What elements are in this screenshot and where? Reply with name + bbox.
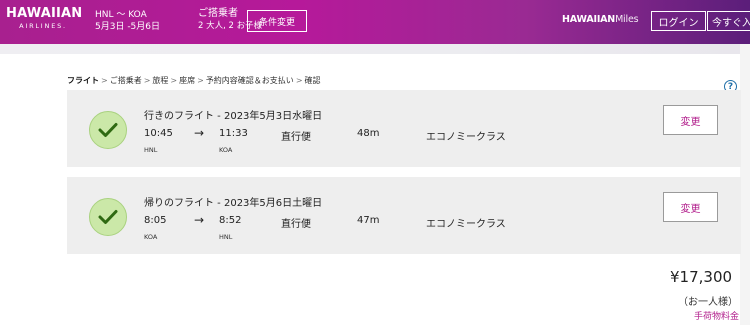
flight-type: 直行便: [281, 219, 311, 230]
route-text: HNL 〜 KOA: [95, 10, 147, 20]
breadcrumb-seats: 座席: [179, 76, 196, 85]
cabin-class: エコノミークラス: [426, 132, 506, 143]
breadcrumb-itinerary: 旅程: [152, 76, 169, 85]
top-header: HAWAIIAN AIRLINES. HNL 〜 KOA 5月3日 -5月6日 …: [0, 0, 750, 44]
return-flight-card: 帰りのフライト - 2023年5月6日土曜日 8:05 → 8:52 直行便 4…: [67, 177, 741, 254]
logo-wordmark: HAWAIIAN: [6, 6, 83, 21]
check-icon: [89, 111, 127, 149]
flight-title: 帰りのフライト - 2023年5月6日土曜日: [144, 198, 323, 209]
miles-brand: HAWAIIAN: [562, 14, 616, 25]
per-person-label: （お一人様）: [678, 297, 738, 308]
cabin-class: エコノミークラス: [426, 219, 506, 230]
flight-duration: 48m: [357, 128, 380, 139]
modify-search-button[interactable]: 条件変更: [247, 10, 307, 32]
breadcrumb-separator: >: [143, 76, 151, 85]
trip-summary: HNL 〜 KOA 5月3日 -5月6日: [95, 9, 160, 33]
total-price: ¥17,300: [670, 268, 733, 286]
logo-subtext: AIRLINES.: [19, 22, 67, 30]
depart-airport-code: HNL: [144, 146, 158, 154]
baggage-fees-link[interactable]: 手荷物料金: [694, 309, 739, 322]
change-outbound-button[interactable]: 変更: [663, 105, 718, 135]
flight-duration: 47m: [357, 215, 380, 226]
check-icon: [89, 198, 127, 236]
breadcrumb-separator: >: [170, 76, 178, 85]
hawaiian-airlines-logo[interactable]: HAWAIIAN AIRLINES.: [6, 6, 83, 31]
depart-airport-code: KOA: [144, 233, 158, 241]
arrive-time: 11:33: [219, 128, 248, 139]
arrive-time: 8:52: [219, 215, 242, 226]
arrow-right-icon: →: [194, 213, 205, 227]
flight-title: 行きのフライト - 2023年5月3日水曜日: [144, 111, 323, 122]
breadcrumb-confirmation: 確認: [304, 76, 321, 85]
breadcrumb-separator: >: [295, 76, 303, 85]
breadcrumb-separator: >: [101, 76, 108, 85]
arrive-airport-code: KOA: [219, 146, 233, 154]
login-button[interactable]: ログイン: [651, 11, 706, 31]
depart-time: 10:45: [144, 128, 173, 139]
scrollbar-track[interactable]: [740, 44, 750, 325]
join-now-button[interactable]: 今すぐ入: [707, 11, 750, 31]
breadcrumb-separator: >: [197, 76, 204, 85]
change-return-button[interactable]: 変更: [663, 192, 718, 222]
breadcrumb-passengers: ご搭乗者: [109, 76, 142, 85]
header-subbar: [0, 44, 750, 54]
outbound-flight-card: 行きのフライト - 2023年5月3日水曜日 10:45 → 11:33 直行便…: [67, 90, 741, 167]
arrive-airport-code: HNL: [219, 233, 233, 241]
breadcrumb: フライト > ご搭乗者 > 旅程 > 座席 > 予約内容確認＆お支払い > 確認: [67, 75, 321, 86]
hawaiian-miles-logo[interactable]: HAWAIIANMiles: [562, 14, 639, 25]
breadcrumb-review-payment: 予約内容確認＆お支払い: [205, 76, 294, 85]
miles-suffix: Miles: [615, 14, 639, 25]
flight-type: 直行便: [281, 132, 311, 143]
breadcrumb-flights[interactable]: フライト: [67, 76, 99, 85]
depart-time: 8:05: [144, 215, 167, 226]
arrow-right-icon: →: [194, 126, 205, 140]
dates-text: 5月3日 -5月6日: [95, 22, 161, 32]
